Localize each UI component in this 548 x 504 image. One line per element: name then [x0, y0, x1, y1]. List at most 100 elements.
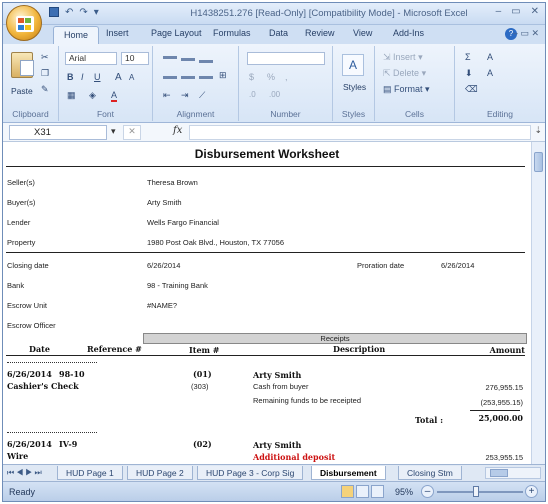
delete-cells-button[interactable]: ⇱ Delete ▾	[383, 68, 426, 79]
property-value: 1980 Post Oak Blvd., Houston, TX 77056	[147, 238, 285, 247]
sheet-nav-arrows-icon[interactable]: ⏮◀▶⏭	[7, 468, 44, 478]
normal-view-icon[interactable]	[341, 485, 354, 498]
editing-group: Σ A ⬇ A ⌫ Editing	[455, 46, 545, 121]
autosum-button[interactable]: Σ	[465, 52, 471, 62]
tab-add-ins[interactable]: Add-Ins	[393, 28, 424, 38]
proration-date-label: Proration date	[357, 261, 405, 270]
styles-button-label[interactable]: Styles	[343, 82, 366, 92]
entry-2-line-1-amount: 253,955.15	[485, 453, 523, 462]
bank-value: 98 - Training Bank	[147, 281, 208, 290]
decrease-indent-icon[interactable]: ⇤	[163, 90, 171, 101]
font-size-select[interactable]: 10	[121, 52, 149, 65]
cut-icon[interactable]: ✂	[41, 52, 49, 63]
page-break-view-icon[interactable]	[371, 485, 384, 498]
vertical-scrollbar[interactable]	[531, 142, 545, 464]
tab-view[interactable]: View	[353, 28, 372, 38]
align-right-icon[interactable]	[199, 76, 213, 79]
orientation-icon[interactable]: ⟋	[199, 90, 205, 101]
tab-page-layout[interactable]: Page Layout	[151, 28, 202, 38]
align-center-icon[interactable]	[181, 76, 195, 79]
find-select-button[interactable]: A	[487, 68, 493, 78]
fill-icon[interactable]: ⬇	[465, 68, 473, 79]
comma-button[interactable]: ,	[285, 72, 288, 82]
copy-icon[interactable]: ❐	[41, 68, 49, 79]
page-layout-view-icon[interactable]	[356, 485, 369, 498]
font-color-button[interactable]: A	[111, 90, 118, 102]
zoom-level[interactable]: 95%	[395, 487, 413, 497]
insert-function-button[interactable]: fx	[173, 125, 182, 136]
borders-icon[interactable]: ▦	[67, 90, 76, 101]
delete-cells-label: Delete	[393, 68, 420, 78]
merge-center-icon[interactable]: ⊞	[219, 70, 227, 81]
italic-button[interactable]: I	[81, 72, 84, 82]
zoom-in-button[interactable]: +	[525, 485, 538, 498]
underline-button[interactable]: U	[94, 72, 101, 82]
sheet-tab-hud-page-3[interactable]: HUD Page 3 - Corp Sig	[197, 466, 304, 480]
decrease-decimal-button[interactable]: .00	[269, 90, 280, 99]
format-painter-icon[interactable]: ✎	[41, 84, 49, 95]
zoom-out-button[interactable]: –	[421, 485, 434, 498]
align-top-icon[interactable]	[163, 56, 177, 59]
paste-icon[interactable]	[11, 52, 34, 78]
sheet-tab-disbursement[interactable]: Disbursement	[311, 466, 386, 480]
buyer-label: Buyer(s)	[7, 198, 36, 207]
align-left-icon[interactable]	[163, 76, 177, 79]
entry-1-total-rule	[470, 410, 520, 411]
minimize-icon[interactable]: –	[496, 6, 502, 17]
col-amount: Amount	[489, 345, 525, 355]
close-icon[interactable]: ✕	[531, 6, 539, 17]
shrink-font-button[interactable]: A	[129, 73, 134, 82]
entry-1-line-1-desc: Cash from buyer	[253, 382, 309, 391]
sheet-tab-hud-page-2[interactable]: HUD Page 2	[127, 466, 193, 480]
maximize-icon[interactable]: ▭	[511, 6, 520, 17]
fill-color-icon[interactable]: ◈	[89, 90, 96, 101]
formula-input[interactable]	[189, 125, 531, 140]
tab-formulas[interactable]: Formulas	[213, 28, 251, 38]
format-cells-button[interactable]: ▤ Format ▾	[383, 84, 430, 95]
vertical-scroll-thumb[interactable]	[534, 152, 543, 172]
grow-font-button[interactable]: A	[115, 72, 122, 83]
number-format-select[interactable]	[247, 52, 325, 65]
increase-indent-icon[interactable]: ⇥	[181, 90, 189, 101]
status-bar: Ready 95% – +	[3, 481, 545, 501]
zoom-slider-knob[interactable]	[473, 486, 479, 497]
col-date: Date	[29, 344, 50, 354]
closing-date-label: Closing date	[7, 261, 49, 270]
entry-1-line-1-item: (303)	[191, 382, 209, 391]
tab-data[interactable]: Data	[269, 28, 288, 38]
horizontal-scroll-thumb[interactable]	[490, 469, 508, 477]
worksheet[interactable]: Disbursement Worksheet Seller(s) Theresa…	[3, 142, 531, 464]
formula-cancel-icon[interactable]: ✕	[123, 125, 141, 140]
workbook-window-controls[interactable]: – ▭ ✕	[513, 28, 539, 39]
sort-filter-button[interactable]: A	[487, 52, 493, 62]
sheet-tab-hud-page-1[interactable]: HUD Page 1	[57, 466, 123, 480]
entry-2-reference: IV-9	[59, 439, 78, 449]
horizontal-scrollbar[interactable]	[485, 467, 541, 479]
clear-icon[interactable]: ⌫	[465, 84, 478, 95]
editing-group-label: Editing	[487, 109, 513, 119]
name-box-dropdown-icon[interactable]: ▾	[111, 126, 116, 137]
styles-icon[interactable]: A	[342, 54, 364, 76]
ribbon-tabs: Home Insert Page Layout Formulas Data Re…	[3, 25, 545, 44]
tab-review[interactable]: Review	[305, 28, 335, 38]
increase-decimal-button[interactable]: .0	[249, 90, 256, 99]
sheet-tab-closing-stm[interactable]: Closing Stm	[398, 466, 462, 480]
fields-rule	[6, 252, 525, 253]
closing-date-value: 6/26/2014	[147, 261, 181, 270]
formula-bar: X31 ▾ ✕ fx ⇣	[3, 123, 545, 142]
office-button[interactable]	[6, 5, 42, 41]
name-box[interactable]: X31	[9, 125, 107, 140]
paste-label[interactable]: Paste	[11, 86, 33, 96]
align-middle-icon[interactable]	[181, 58, 195, 61]
zoom-slider-track[interactable]	[437, 491, 523, 493]
font-name-select[interactable]: Arial	[65, 52, 117, 65]
expand-formula-bar-icon[interactable]: ⇣	[534, 125, 542, 136]
percent-button[interactable]: %	[267, 72, 275, 82]
currency-button[interactable]: $	[249, 72, 254, 82]
insert-cells-button[interactable]: ⇲ Insert ▾	[383, 52, 423, 63]
seller-label: Seller(s)	[7, 178, 35, 187]
tab-home[interactable]: Home	[53, 26, 100, 44]
align-bottom-icon[interactable]	[199, 60, 213, 63]
tab-insert[interactable]: Insert	[106, 28, 129, 38]
bold-button[interactable]: B	[67, 72, 74, 82]
